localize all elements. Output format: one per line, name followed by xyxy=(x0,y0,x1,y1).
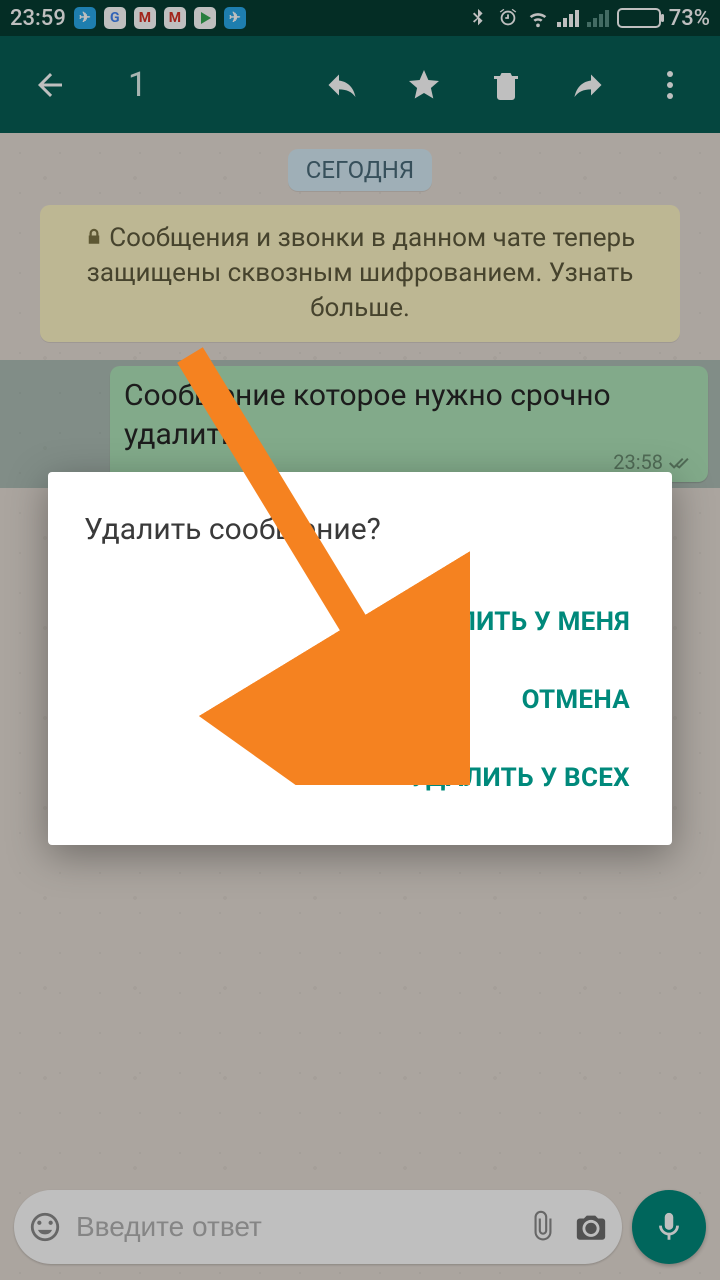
cancel-button[interactable]: ОТМЕНА xyxy=(84,661,636,739)
dialog-title: Удалить сообщение? xyxy=(84,512,636,547)
delete-for-all-button[interactable]: УДАЛИТЬ У ВСЕХ xyxy=(84,739,636,817)
delete-dialog: Удалить сообщение? УДАЛИТЬ У МЕНЯ ОТМЕНА… xyxy=(48,472,672,845)
delete-for-me-button[interactable]: УДАЛИТЬ У МЕНЯ xyxy=(84,583,636,661)
